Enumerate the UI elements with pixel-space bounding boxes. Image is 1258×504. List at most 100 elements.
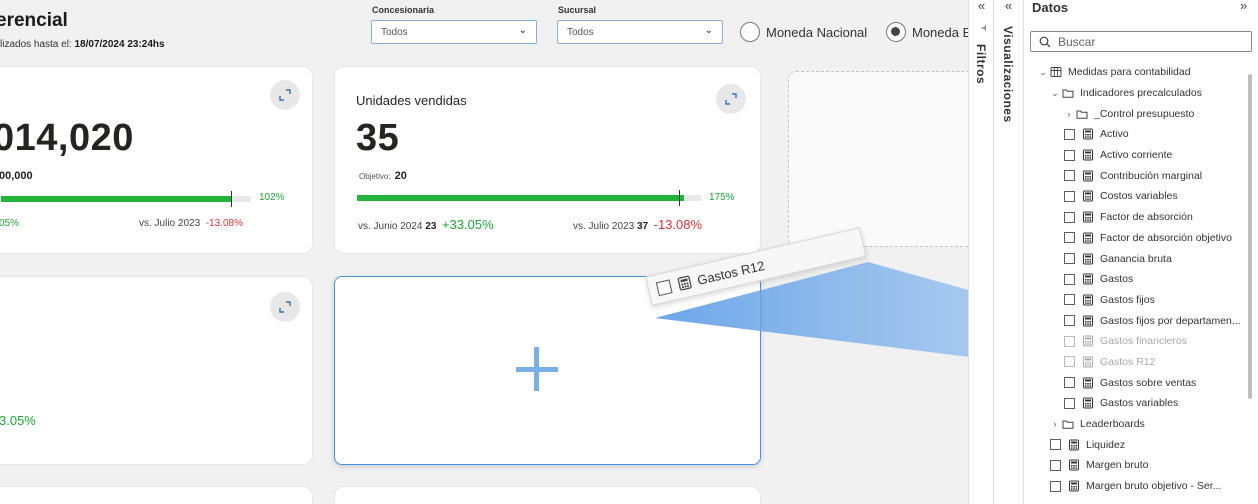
kpi-card-3[interactable]: 3.05% <box>0 276 313 465</box>
checkbox[interactable] <box>1064 149 1075 161</box>
tree-item[interactable]: ⌄ Indicadores precalculados <box>1024 83 1250 104</box>
datos-pane[interactable]: Datos » Buscar ⌄ Medidas para contabilida… <box>1024 0 1258 504</box>
empty-visual-placeholder[interactable] <box>788 71 968 247</box>
kpi-card-1[interactable]: 014,020 00,000 102% 05% vs. Julio 2023 -… <box>0 66 313 254</box>
tree-item-label: _Control presupuesto <box>1094 107 1195 120</box>
radio-moneda-nacional[interactable] <box>740 22 760 42</box>
tree-item-label: Liquidez <box>1086 438 1126 451</box>
collapse-visualizaciones-button[interactable]: « <box>1005 0 1012 13</box>
tree-item[interactable]: Margen bruto <box>1024 455 1250 476</box>
tree-item[interactable]: Liquidez <box>1024 434 1250 455</box>
visualizaciones-label[interactable]: Visualizaciones <box>1001 26 1015 123</box>
checkbox[interactable] <box>1064 356 1075 368</box>
folder-icon <box>1062 420 1074 429</box>
tree-item-label: Gastos fijos por departamen... <box>1100 314 1241 327</box>
vertical-scrollbar[interactable] <box>1248 74 1252 399</box>
checkbox[interactable] <box>1064 232 1075 244</box>
kpi-card-4[interactable] <box>0 486 313 504</box>
cmp1: vs. Junio 2024 23 +33.05% <box>358 217 494 232</box>
kpi-value: 014,020 <box>0 117 134 159</box>
progress-fill <box>357 195 684 201</box>
checkbox[interactable] <box>1064 253 1075 265</box>
tree-item-label: Margen bruto objetivo - Ser... <box>1086 480 1222 493</box>
checkbox[interactable] <box>1050 480 1061 492</box>
concesionaria-dropdown[interactable]: Todos ⌄ <box>371 20 537 44</box>
chevron-down-icon: ⌄ <box>518 25 527 36</box>
calculator-icon <box>1083 315 1093 327</box>
checkbox[interactable] <box>1064 190 1075 202</box>
cmp2-label: vs. Julio 2023 <box>139 218 201 229</box>
filtros-label[interactable]: Filtros <box>974 44 988 84</box>
tree-item[interactable]: Gastos R12 <box>1024 352 1250 373</box>
tree-item-label: Ganancia bruta <box>1100 252 1172 265</box>
tree-item[interactable]: › Leaderboards <box>1024 414 1250 435</box>
expand-icon[interactable] <box>270 80 300 110</box>
tree-item[interactable]: ⌄ Medidas para contabilidad <box>1024 62 1250 83</box>
radio-moneda-extranjera[interactable] <box>886 22 906 42</box>
concesionaria-label: Concesionaria <box>372 5 435 15</box>
new-visual-drop-target[interactable] <box>334 276 761 465</box>
checkbox[interactable] <box>1064 335 1075 347</box>
checkbox[interactable] <box>1064 170 1075 182</box>
tree-item[interactable]: › _Control presupuesto <box>1024 103 1250 124</box>
checkbox[interactable] <box>1064 315 1075 327</box>
filtros-pane[interactable]: « ⫞ Filtros <box>968 0 994 504</box>
tree-item-label: Gastos fijos <box>1100 293 1155 306</box>
table-icon <box>1050 67 1062 78</box>
tree-item[interactable]: Gastos fijos <box>1024 290 1250 311</box>
fields-tree[interactable]: ⌄ Medidas para contabilidad ⌄ Indicadores p… <box>1024 62 1250 496</box>
tree-item[interactable]: Gastos fijos por departamen... <box>1024 310 1250 331</box>
tree-item[interactable]: Ganancia bruta <box>1024 248 1250 269</box>
tree-item[interactable]: Gastos financieros <box>1024 331 1250 352</box>
kpi-card-5[interactable] <box>334 486 761 504</box>
search-placeholder: Buscar <box>1058 35 1096 49</box>
tree-item-label: Gastos financieros <box>1100 335 1187 348</box>
tree-item[interactable]: Activo corriente <box>1024 145 1250 166</box>
subtitle-date: 18/07/2024 23:24hs <box>74 39 165 50</box>
radio-moneda-nacional-label[interactable]: Moneda Nacional <box>766 25 867 40</box>
expand-icon[interactable] <box>270 292 300 322</box>
chevron-right-icon[interactable]: › <box>1050 419 1060 429</box>
tree-item[interactable]: Margen bruto objetivo - Ser... <box>1024 476 1250 497</box>
checkbox[interactable] <box>1064 211 1075 223</box>
tree-item[interactable]: Costos variables <box>1024 186 1250 207</box>
sucursal-label: Sucursal <box>558 5 597 15</box>
plus-icon-vertical <box>534 347 539 391</box>
sucursal-dropdown[interactable]: Todos ⌄ <box>557 20 723 44</box>
expand-icon[interactable] <box>716 84 746 114</box>
progress-bar <box>357 190 701 206</box>
checkbox[interactable] <box>1050 459 1061 471</box>
tree-item[interactable]: Gastos variables <box>1024 393 1250 414</box>
card-title: Unidades vendidas <box>356 93 467 108</box>
calculator-icon <box>1083 211 1093 223</box>
chevron-right-icon[interactable]: › <box>1064 109 1074 119</box>
checkbox[interactable] <box>1050 439 1061 451</box>
tree-item[interactable]: Factor de absorción objetivo <box>1024 228 1250 249</box>
expand-datos-button[interactable]: » <box>1240 0 1247 13</box>
calculator-icon <box>1083 335 1093 347</box>
calculator-icon <box>1083 273 1093 285</box>
kpi-card-unidades-vendidas[interactable]: Unidades vendidas 35 Objetivo: 20 175% vs… <box>334 66 761 254</box>
target-value: 20 <box>394 170 407 182</box>
report-title: erencial <box>0 10 68 31</box>
progress-pct: 175% <box>709 192 735 203</box>
radio-moneda-extranjera-label[interactable]: Moneda E <box>912 25 968 40</box>
tree-item[interactable]: Gastos <box>1024 269 1250 290</box>
tree-item[interactable]: Gastos sobre ventas <box>1024 372 1250 393</box>
chevron-down-icon[interactable]: ⌄ <box>1050 88 1060 99</box>
chevron-down-icon[interactable]: ⌄ <box>1038 67 1048 78</box>
collapse-filtros-button[interactable]: « <box>978 0 985 13</box>
search-input[interactable]: Buscar <box>1030 31 1252 52</box>
calculator-icon <box>1083 356 1093 368</box>
checkbox[interactable] <box>1064 273 1075 285</box>
checkbox[interactable] <box>1064 128 1075 140</box>
tree-item-label: Costos variables <box>1100 190 1178 203</box>
visualizaciones-pane[interactable]: « Visualizaciones <box>994 0 1024 504</box>
kpi-target: Objetivo: 20 <box>359 170 407 182</box>
checkbox[interactable] <box>1064 397 1075 409</box>
tree-item[interactable]: Contribución marginal <box>1024 165 1250 186</box>
checkbox[interactable] <box>1064 377 1075 389</box>
tree-item[interactable]: Factor de absorción <box>1024 207 1250 228</box>
tree-item[interactable]: Activo <box>1024 124 1250 145</box>
checkbox[interactable] <box>1064 294 1075 306</box>
